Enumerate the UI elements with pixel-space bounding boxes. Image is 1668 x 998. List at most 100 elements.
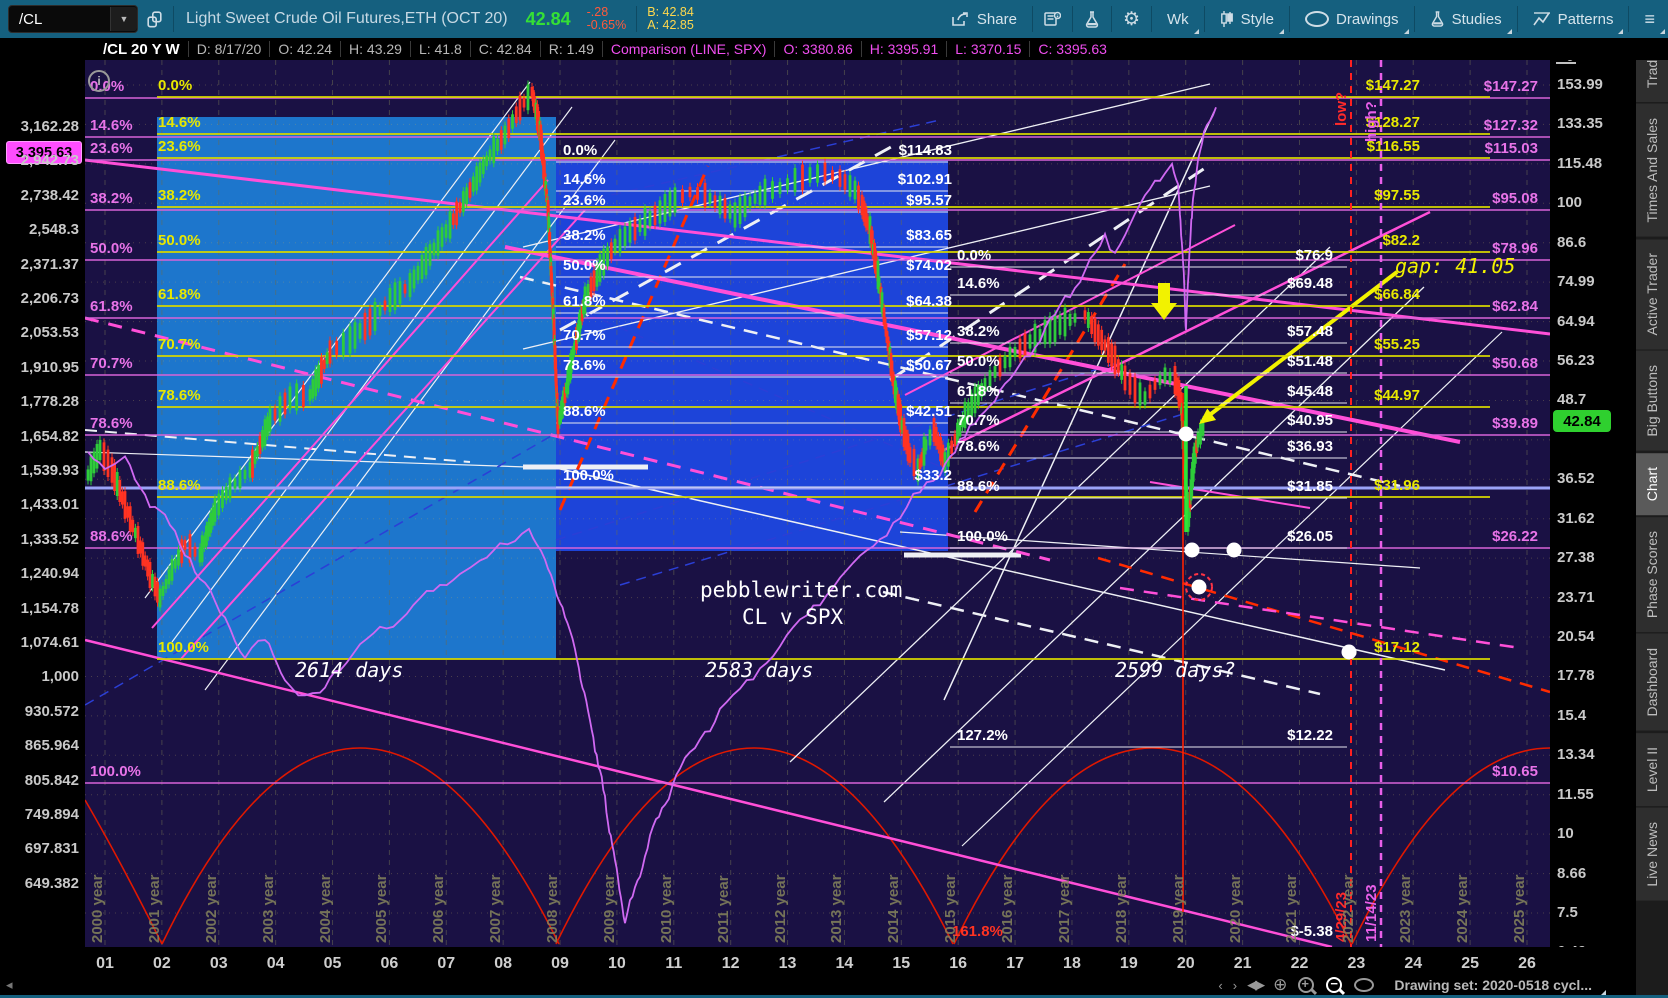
settings-gear-icon[interactable]: ⚙ bbox=[1114, 4, 1149, 34]
time-axis-label: 20 bbox=[1176, 955, 1195, 972]
series-label: /CL 20 Y W bbox=[103, 40, 180, 58]
time-axis-label: 18 bbox=[1063, 955, 1081, 972]
left-axis-label: 1,240.94 bbox=[20, 565, 79, 583]
collapse-left-icon[interactable]: ◂ bbox=[6, 977, 13, 993]
chart-canvas[interactable] bbox=[0, 0, 1668, 998]
ohlc-cell: O: 42.24 bbox=[269, 41, 340, 57]
drawing-set-selector[interactable]: Drawing set: 2020-0518 cycl... bbox=[1394, 977, 1606, 995]
left-axis-label: 1,154.78 bbox=[20, 599, 79, 617]
gadget-tab-times-and-sales[interactable]: Times And Sales bbox=[1636, 104, 1668, 237]
ohlc-cell: D: 8/17/20 bbox=[187, 41, 270, 57]
patterns-icon bbox=[1532, 12, 1551, 26]
menu-button[interactable]: ≡ bbox=[1631, 0, 1668, 38]
time-axis-label: 04 bbox=[266, 955, 285, 972]
right-axis-label: 8.66 bbox=[1557, 864, 1587, 882]
left-axis-label: 1,910.95 bbox=[20, 358, 79, 376]
gadget-tab-live-news[interactable]: Live News bbox=[1636, 807, 1668, 901]
step-forward-icon[interactable]: › bbox=[1233, 978, 1237, 993]
ohlc-cell: C: 42.84 bbox=[469, 41, 540, 57]
change-percent: -0.65% bbox=[586, 18, 627, 32]
time-axis-label: 22 bbox=[1290, 955, 1309, 972]
lasso-oval-icon[interactable] bbox=[1354, 978, 1375, 992]
ohlc-status-bar: /CL 20 Y W D: 8/17/20 O: 42.24 H: 43.29 L: … bbox=[0, 38, 1668, 60]
gadget-tab-phase-scores[interactable]: Phase Scores bbox=[1636, 516, 1668, 633]
studies-button[interactable]: Studies bbox=[1417, 0, 1515, 38]
left-price-axis[interactable]: 3,395.63 3,162.28 2,942.73 2,738.42 2,548.3… bbox=[0, 60, 85, 947]
time-axis-label: 26 bbox=[1518, 955, 1536, 972]
time-axis-label: 08 bbox=[494, 955, 513, 972]
left-axis-label: 749.894 bbox=[24, 806, 79, 823]
left-axis-label: 649.382 bbox=[24, 874, 79, 892]
symbol-dropdown-button[interactable]: ▼ bbox=[110, 7, 137, 31]
time-axis-label: 12 bbox=[721, 955, 740, 972]
left-axis-label: 1,433.01 bbox=[20, 496, 79, 514]
right-axis-label: 11.55 bbox=[1557, 785, 1594, 803]
time-axis-label: 02 bbox=[152, 955, 171, 972]
drawings-button[interactable]: Drawings bbox=[1292, 0, 1412, 38]
ohlc-cell: L: 3370.15 bbox=[946, 41, 1029, 57]
timeframe-button[interactable]: Wk bbox=[1154, 0, 1202, 38]
link-icon[interactable] bbox=[138, 4, 171, 34]
time-axis[interactable]: 01 02 03 04 05 06 07 08 09 10 11 12 13 14 15 16 17 18 19 20… bbox=[0, 947, 1636, 998]
right-axis-label: 7.5 bbox=[1557, 904, 1578, 922]
right-axis-label: 27.38 bbox=[1557, 549, 1595, 567]
zoom-out-icon[interactable] bbox=[1326, 976, 1343, 993]
analyze-flask-icon[interactable] bbox=[1075, 4, 1109, 34]
time-axis-label: 25 bbox=[1461, 955, 1479, 972]
info-icon[interactable]: i bbox=[88, 70, 110, 92]
gadget-tab-rail: Trade Times And Sales Active Trader Big But… bbox=[1636, 38, 1668, 995]
right-axis-label: 64.94 bbox=[1557, 312, 1595, 330]
time-axis-label: 11 bbox=[665, 955, 683, 972]
right-axis-label: 17.78 bbox=[1557, 667, 1595, 685]
symbol-input[interactable]: /CL ▼ bbox=[8, 5, 138, 33]
right-price-axis[interactable]: 42.84 153.99 133.35 115.48 100 86.6 74.99 64.9… bbox=[1550, 40, 1636, 960]
zoom-in-icon[interactable] bbox=[1298, 976, 1315, 993]
time-axis-label: 16 bbox=[949, 955, 968, 972]
time-axis-label: 03 bbox=[209, 955, 228, 972]
cl-last-badge: 42.84 bbox=[1553, 410, 1611, 432]
news-note-icon[interactable] bbox=[1035, 4, 1070, 34]
gadget-tab-active-trader[interactable]: Active Trader bbox=[1636, 238, 1668, 350]
change-group: -.28 -0.65% bbox=[587, 6, 627, 32]
right-axis-label: 23.71 bbox=[1557, 588, 1595, 606]
share-icon bbox=[952, 11, 970, 27]
instrument-title: Light Sweet Crude Oil Futures,ETH (OCT 2… bbox=[186, 10, 508, 27]
step-back-icon[interactable]: ‹ bbox=[1218, 978, 1222, 993]
style-button[interactable]: Style bbox=[1207, 0, 1287, 38]
ohlc-cell: H: 43.29 bbox=[340, 41, 410, 57]
ohlc-cell: H: 3395.91 bbox=[860, 41, 947, 57]
gadget-tab-chart[interactable]: Chart bbox=[1636, 452, 1668, 515]
left-axis-label: 2,942.73 bbox=[20, 152, 79, 170]
right-axis-label: 100 bbox=[1557, 194, 1583, 212]
gadget-tab-big-buttons[interactable]: Big Buttons bbox=[1636, 351, 1668, 451]
ohlc-cell: L: 41.8 bbox=[409, 41, 470, 57]
patterns-button[interactable]: Patterns bbox=[1520, 0, 1627, 38]
gadget-tab-level-ii[interactable]: Level II bbox=[1636, 732, 1668, 806]
right-axis-label: 153.99 bbox=[1557, 76, 1603, 93]
left-axis-label: 1,654.82 bbox=[20, 427, 79, 445]
pan-icon[interactable]: ◀▶ bbox=[1247, 977, 1265, 993]
left-axis-label: 805.842 bbox=[24, 771, 79, 789]
studies-flask-icon bbox=[1430, 11, 1445, 27]
time-axis-label: 23 bbox=[1347, 955, 1366, 972]
ohlc-cell: C: 3395.63 bbox=[1029, 41, 1115, 57]
left-axis-label: 2,206.73 bbox=[20, 290, 79, 307]
time-axis-label: 19 bbox=[1119, 955, 1138, 972]
oval-drawing-icon bbox=[1305, 11, 1330, 27]
right-axis-label: 56.23 bbox=[1557, 352, 1595, 369]
right-axis-label: 13.34 bbox=[1557, 746, 1595, 764]
time-axis-label: 05 bbox=[323, 955, 342, 972]
crosshair-icon[interactable]: ⊕ bbox=[1273, 975, 1287, 995]
share-button[interactable]: Share bbox=[939, 0, 1030, 38]
left-axis-label: 2,371.37 bbox=[20, 255, 79, 273]
left-axis-label: 1,333.52 bbox=[20, 530, 79, 548]
time-axis-label: 06 bbox=[380, 955, 399, 972]
right-axis-label: 133.35 bbox=[1557, 115, 1603, 133]
ask-value: A: 42.85 bbox=[647, 18, 694, 32]
gadget-tab-dashboard[interactable]: Dashboard bbox=[1636, 634, 1668, 731]
time-axis-label: 13 bbox=[778, 955, 797, 972]
time-axis-label: 14 bbox=[835, 955, 854, 972]
right-axis-label: 48.7 bbox=[1557, 391, 1587, 409]
last-price: 42.84 bbox=[525, 8, 571, 29]
right-axis-label: 15.4 bbox=[1557, 706, 1587, 724]
